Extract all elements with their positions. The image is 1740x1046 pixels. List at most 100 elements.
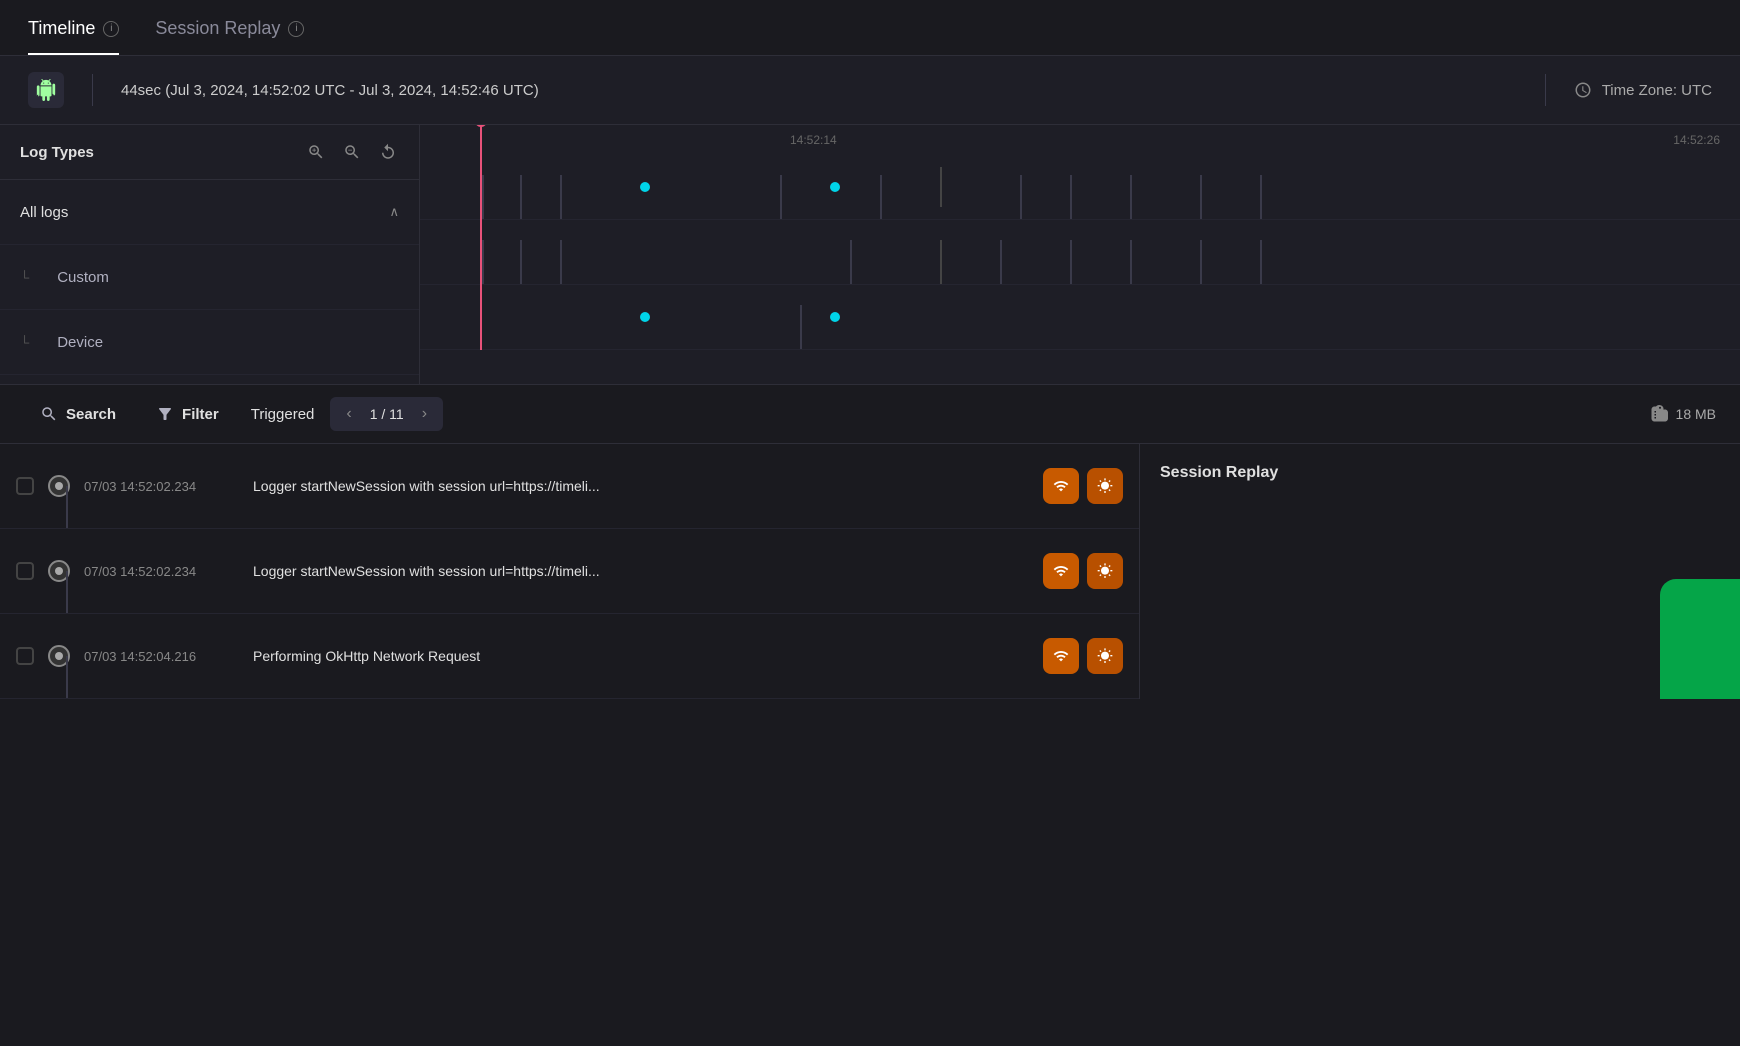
sun-icon-2[interactable] (1087, 553, 1123, 589)
tab-session-replay[interactable]: Session Replay i (155, 18, 304, 55)
size-text: 18 MB (1676, 406, 1716, 422)
tick (1130, 240, 1132, 284)
cyan-dot-device-2 (830, 312, 840, 322)
tick (1260, 240, 1262, 284)
tick (880, 175, 882, 219)
filter-button[interactable]: Filter (140, 395, 235, 433)
timeline-device-row (420, 285, 1740, 350)
triggered-button[interactable]: Triggered (243, 396, 323, 433)
timeline-custom-row (420, 220, 1740, 285)
session-divider (92, 74, 93, 106)
wifi-icon-3[interactable] (1043, 638, 1079, 674)
tab-session-replay-label: Session Replay (155, 18, 280, 39)
zoom-out-button[interactable] (341, 141, 363, 163)
storage-icon (1650, 405, 1668, 423)
size-badge: 18 MB (1650, 405, 1716, 423)
tick (1130, 175, 1132, 219)
log-message-3: Performing OkHttp Network Request (253, 648, 1029, 664)
log-entry-3[interactable]: 07/03 14:52:04.216 Performing OkHttp Net… (0, 614, 1139, 699)
log-checkbox-2[interactable] (16, 562, 34, 580)
pink-cursor (480, 125, 482, 350)
log-entry-connector-1 (66, 486, 68, 528)
wifi-icon-2[interactable] (1043, 553, 1079, 589)
tab-session-replay-info-icon[interactable]: i (288, 21, 304, 37)
log-message-2: Logger startNewSession with session url=… (253, 563, 1029, 579)
tick (520, 175, 522, 219)
time-label-2: 14:52:26 (1673, 133, 1720, 147)
tick (780, 175, 782, 219)
log-list: 07/03 14:52:02.234 Logger startNewSessio… (0, 444, 1740, 699)
tab-timeline[interactable]: Timeline i (28, 18, 119, 55)
tick (1000, 240, 1002, 284)
log-row-custom[interactable]: └ Custom (0, 245, 419, 310)
tick (560, 240, 562, 284)
log-types-header: Log Types (0, 125, 419, 180)
timeline-all-logs-row (420, 155, 1740, 220)
next-page-button[interactable]: › (414, 401, 435, 427)
tick (560, 175, 562, 219)
log-entry-connector-3 (66, 656, 68, 698)
sun-icon-1[interactable] (1087, 468, 1123, 504)
filter-icon (156, 405, 174, 423)
log-row-device-label: Device (35, 334, 399, 351)
header-tabs: Timeline i Session Replay i (0, 0, 1740, 56)
tick (1200, 175, 1202, 219)
clock-icon (1574, 81, 1592, 99)
zoom-in-button[interactable] (305, 141, 327, 163)
tick (1070, 175, 1072, 219)
timeline-chart[interactable]: 14:52:14 14:52:26 (420, 125, 1740, 384)
tick (850, 240, 852, 284)
reset-button[interactable] (377, 141, 399, 163)
log-types-panel: Log Types All logs ∧ └ Custom (0, 125, 420, 384)
session-divider-2 (1545, 74, 1546, 106)
timezone-section: Time Zone: UTC (1574, 81, 1712, 99)
bottom-toolbar: Search Filter Triggered ‹ 1 / 11 › 18 MB (0, 385, 1740, 444)
timeline-rows-area (420, 155, 1740, 350)
session-replay-rect (1660, 579, 1740, 699)
log-types-title: Log Types (20, 144, 94, 161)
wifi-icon-1[interactable] (1043, 468, 1079, 504)
log-controls (305, 141, 399, 163)
tick (482, 240, 484, 284)
session-time-text: 44sec (Jul 3, 2024, 14:52:02 UTC - Jul 3… (121, 82, 1517, 99)
tick (1260, 175, 1262, 219)
log-timestamp-3: 07/03 14:52:04.216 (84, 649, 239, 664)
tab-timeline-label: Timeline (28, 18, 95, 39)
log-entry-1[interactable]: 07/03 14:52:02.234 Logger startNewSessio… (0, 444, 1139, 529)
tick (520, 240, 522, 284)
timeline-container: Log Types All logs ∧ └ Custom (0, 125, 1740, 385)
search-button[interactable]: Search (24, 395, 132, 433)
log-checkbox-1[interactable] (16, 477, 34, 495)
session-replay-panel: Session Replay (1140, 444, 1740, 699)
timezone-label: Time Zone: UTC (1602, 82, 1712, 99)
log-row-device[interactable]: └ Device (0, 310, 419, 375)
log-radio-inner-1 (55, 482, 63, 490)
session-replay-panel-title: Session Replay (1160, 464, 1278, 481)
tab-timeline-info-icon[interactable]: i (103, 21, 119, 37)
tick (940, 240, 942, 284)
cyan-dot (640, 182, 650, 192)
android-icon (28, 72, 64, 108)
search-icon (40, 405, 58, 423)
log-timestamp-1: 07/03 14:52:02.234 (84, 479, 239, 494)
search-button-label: Search (66, 406, 116, 423)
tick (482, 175, 484, 219)
log-entry-2[interactable]: 07/03 14:52:02.234 Logger startNewSessio… (0, 529, 1139, 614)
log-timestamp-2: 07/03 14:52:02.234 (84, 564, 239, 579)
tick (1200, 240, 1202, 284)
tree-icon-device: └ (20, 335, 29, 350)
expand-all-logs-icon[interactable]: ∧ (389, 204, 399, 220)
sun-icon-3[interactable] (1087, 638, 1123, 674)
log-entry-connector-2 (66, 571, 68, 613)
tick (800, 305, 802, 349)
prev-page-button[interactable]: ‹ (338, 401, 359, 427)
log-radio-inner-2 (55, 567, 63, 575)
log-action-icons-2 (1043, 553, 1123, 589)
log-checkbox-3[interactable] (16, 647, 34, 665)
log-message-1: Logger startNewSession with session url=… (253, 478, 1029, 494)
log-row-all-logs[interactable]: All logs ∧ (0, 180, 419, 245)
time-label-1: 14:52:14 (790, 133, 837, 147)
cyan-dot (830, 182, 840, 192)
log-entries: 07/03 14:52:02.234 Logger startNewSessio… (0, 444, 1140, 699)
log-action-icons-1 (1043, 468, 1123, 504)
